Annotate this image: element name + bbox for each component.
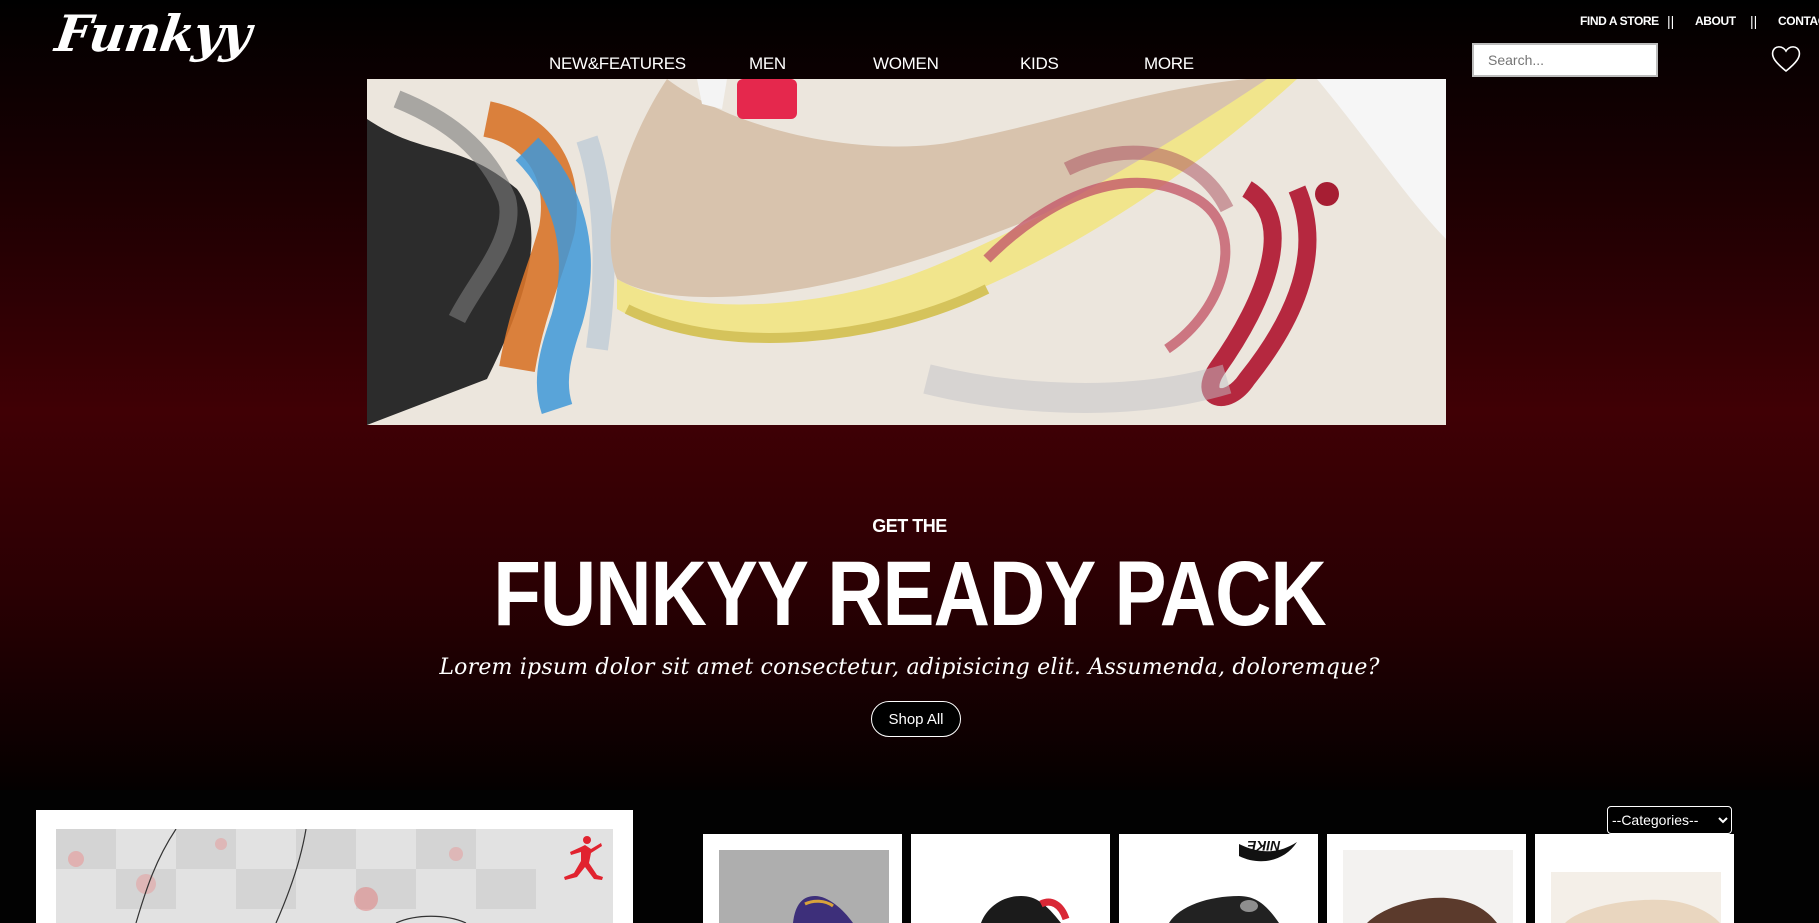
product-card[interactable] (703, 834, 902, 923)
featured-card-image (56, 829, 613, 923)
product-card[interactable] (911, 834, 1110, 923)
product-image (1551, 872, 1721, 923)
hero-headline: FUNKYY READY PACK (493, 541, 1326, 646)
nav-item-men[interactable]: MEN (749, 54, 786, 74)
product-card[interactable] (1535, 834, 1734, 923)
nav-item-more[interactable]: MORE (1144, 54, 1194, 74)
nav-item-women[interactable]: WOMEN (873, 54, 939, 74)
nav-item-kids[interactable]: KIDS (1020, 54, 1059, 74)
search-input[interactable] (1472, 43, 1658, 77)
utility-separator: || (1667, 13, 1675, 29)
product-image (911, 834, 1110, 923)
product-card[interactable]: NIKE (1119, 834, 1318, 923)
jumpman-logo-icon (564, 836, 603, 880)
product-card[interactable] (1327, 834, 1526, 923)
product-image (1119, 834, 1318, 923)
heart-icon[interactable] (1770, 44, 1802, 74)
contact-link[interactable]: CONTACT (1778, 14, 1819, 28)
product-image (1343, 850, 1513, 923)
hero-subline: Lorem ipsum dolor sit amet consectetur, … (439, 655, 1380, 680)
brand-logo[interactable]: Funkyy (52, 4, 254, 63)
product-image (719, 850, 889, 923)
categories-select[interactable]: --Categories-- (1607, 806, 1732, 834)
shop-all-button[interactable]: Shop All (871, 701, 961, 737)
hero-kicker: GET THE (872, 516, 947, 536)
utility-separator: || (1750, 13, 1758, 29)
nike-swoosh-label: NIKE (1247, 838, 1281, 854)
find-store-link[interactable]: FIND A STORE (1580, 14, 1659, 28)
featured-card[interactable] (36, 810, 633, 923)
hero-banner-image (367, 79, 1446, 425)
about-link[interactable]: ABOUT (1695, 14, 1736, 28)
nav-item-new-features[interactable]: NEW&FEATURES (549, 54, 686, 74)
